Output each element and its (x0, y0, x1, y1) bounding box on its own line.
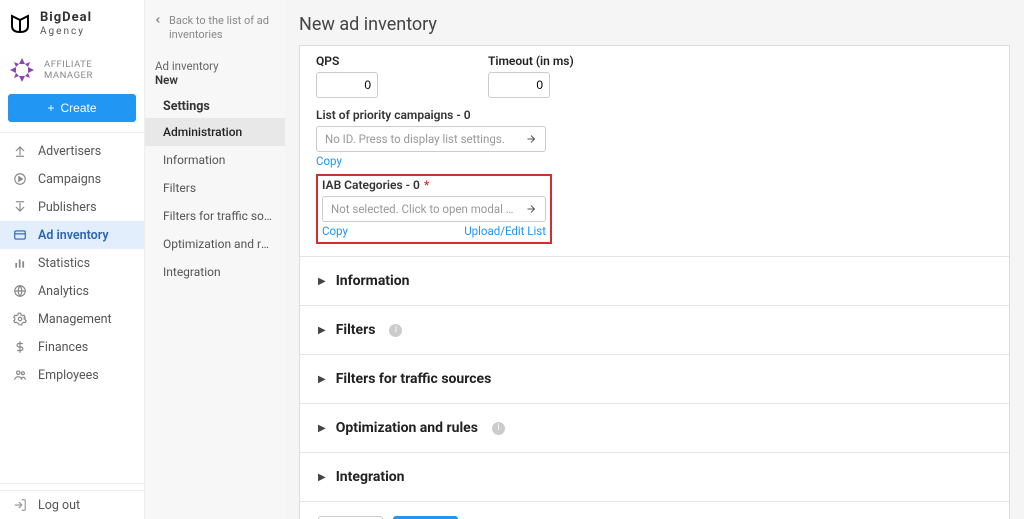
nav-item-label: Employees (38, 368, 99, 383)
iab-upload-link[interactable]: Upload/Edit List (464, 224, 546, 238)
subnav-item[interactable]: Filters (145, 174, 285, 202)
nav-item-label: Advertisers (38, 144, 101, 159)
accordion-title: Filters (336, 322, 376, 338)
logout-link[interactable]: Log out (0, 490, 144, 519)
timeout-label: Timeout (in ms) (488, 54, 574, 68)
globe-icon (12, 283, 28, 299)
subnav-item[interactable]: Filters for traffic sour... (145, 202, 285, 230)
accordion-title: Optimization and rules (336, 420, 478, 436)
iab-label: IAB Categories - 0 (322, 178, 420, 192)
priority-campaigns-placeholder: No ID. Press to display list settings. (325, 132, 505, 146)
chevron-right-icon: ▶ (318, 325, 326, 336)
nav-item-label: Ad inventory (38, 228, 109, 243)
brand-subtitle: Agency (40, 26, 92, 37)
accordion-title: Integration (336, 469, 405, 485)
nav-item-label: Finances (38, 340, 88, 355)
accordion-filters[interactable]: ▶ Filters i (300, 305, 1009, 354)
subnav-section-label: Ad inventory (145, 51, 285, 73)
accordion-title: Filters for traffic sources (336, 371, 492, 387)
nav-item-label: Management (38, 312, 112, 327)
iab-highlight: IAB Categories - 0 * Not selected. Click … (316, 174, 552, 244)
logout-icon (12, 497, 28, 513)
download-icon (12, 199, 28, 215)
accordion-integration[interactable]: ▶ Integration (300, 452, 1009, 501)
dollar-icon (12, 339, 28, 355)
card-icon (12, 227, 28, 243)
timeout-input[interactable] (488, 72, 550, 98)
nav-item-label: Analytics (38, 284, 89, 299)
accordion-information[interactable]: ▶ Information (300, 256, 1009, 305)
info-icon: i (492, 422, 505, 435)
upload-icon (12, 143, 28, 159)
create-button[interactable]: + Create (8, 94, 136, 122)
iab-copy-link[interactable]: Copy (322, 224, 348, 238)
subnav-new-label: New (145, 73, 285, 93)
nav-item-finances[interactable]: Finances (0, 333, 144, 361)
page-title: New ad inventory (285, 0, 1024, 45)
subnav-heading: Settings (145, 93, 285, 118)
bars-icon (12, 255, 28, 271)
iab-categories-input[interactable]: Not selected. Click to open modal window… (322, 196, 546, 222)
brand-logo-icon (8, 12, 32, 36)
required-star: * (424, 178, 429, 192)
arrow-right-icon (525, 133, 537, 145)
form-card: QPS Timeout (in ms) List of priority cam… (299, 45, 1010, 519)
priority-copy-link[interactable]: Copy (316, 154, 342, 168)
qps-input[interactable] (316, 72, 378, 98)
sub-nav: Back to the list of ad inventories Ad in… (145, 0, 285, 519)
nav-item-ad-inventory[interactable]: Ad inventory (0, 221, 144, 249)
nav-item-campaigns[interactable]: Campaigns (0, 165, 144, 193)
back-link-label: Back to the list of ad inventories (169, 14, 277, 43)
accordion-title: Information (336, 273, 410, 289)
accordion-optimization-and-rules[interactable]: ▶ Optimization and rules i (300, 403, 1009, 452)
plus-icon: + (47, 101, 54, 115)
nav-item-management[interactable]: Management (0, 305, 144, 333)
iab-placeholder: Not selected. Click to open modal window… (331, 202, 521, 216)
nav-item-analytics[interactable]: Analytics (0, 277, 144, 305)
gear-icon (12, 311, 28, 327)
nav: Advertisers Campaigns Publishers Ad invento… (0, 132, 144, 477)
sidebar: BigDeal Agency AFFILIATE MANAGER + Creat… (0, 0, 145, 519)
people-icon (12, 367, 28, 383)
subnav-item[interactable]: Integration (145, 258, 285, 286)
nav-item-label: Statistics (38, 256, 90, 271)
nav-item-label: Campaigns (38, 172, 101, 187)
create-button-label: Create (60, 101, 96, 115)
subnav-item[interactable]: Optimization and rules (145, 230, 285, 258)
chevron-right-icon: ▶ (318, 472, 326, 483)
subnav-item[interactable]: Information (145, 146, 285, 174)
accordion-filters-for-traffic-sources[interactable]: ▶ Filters for traffic sources (300, 354, 1009, 403)
subnav-item[interactable]: Administration (145, 118, 285, 146)
nav-item-label: Publishers (38, 200, 97, 215)
main-area: New ad inventory QPS Timeout (in ms) Lis… (285, 0, 1024, 519)
nav-item-advertisers[interactable]: Advertisers (0, 137, 144, 165)
role-label: AFFILIATE MANAGER (44, 59, 136, 81)
chevron-left-icon (153, 15, 163, 25)
role-row: AFFILIATE MANAGER (0, 44, 144, 94)
nav-item-statistics[interactable]: Statistics (0, 249, 144, 277)
nav-item-employees[interactable]: Employees (0, 361, 144, 389)
affiliate-logo-icon (8, 56, 36, 84)
arrow-right-icon (525, 203, 537, 215)
priority-campaigns-input[interactable]: No ID. Press to display list settings. (316, 126, 546, 152)
target-icon (12, 171, 28, 187)
brand-block: BigDeal Agency (0, 0, 144, 44)
logout-label: Log out (38, 498, 80, 513)
nav-item-publishers[interactable]: Publishers (0, 193, 144, 221)
info-icon: i (389, 324, 402, 337)
chevron-right-icon: ▶ (318, 423, 326, 434)
chevron-right-icon: ▶ (318, 276, 326, 287)
brand-title: BigDeal (40, 11, 92, 25)
chevron-right-icon: ▶ (318, 374, 326, 385)
priority-campaigns-label: List of priority campaigns - 0 (316, 108, 993, 122)
back-link[interactable]: Back to the list of ad inventories (145, 0, 285, 51)
qps-label: QPS (316, 54, 378, 68)
